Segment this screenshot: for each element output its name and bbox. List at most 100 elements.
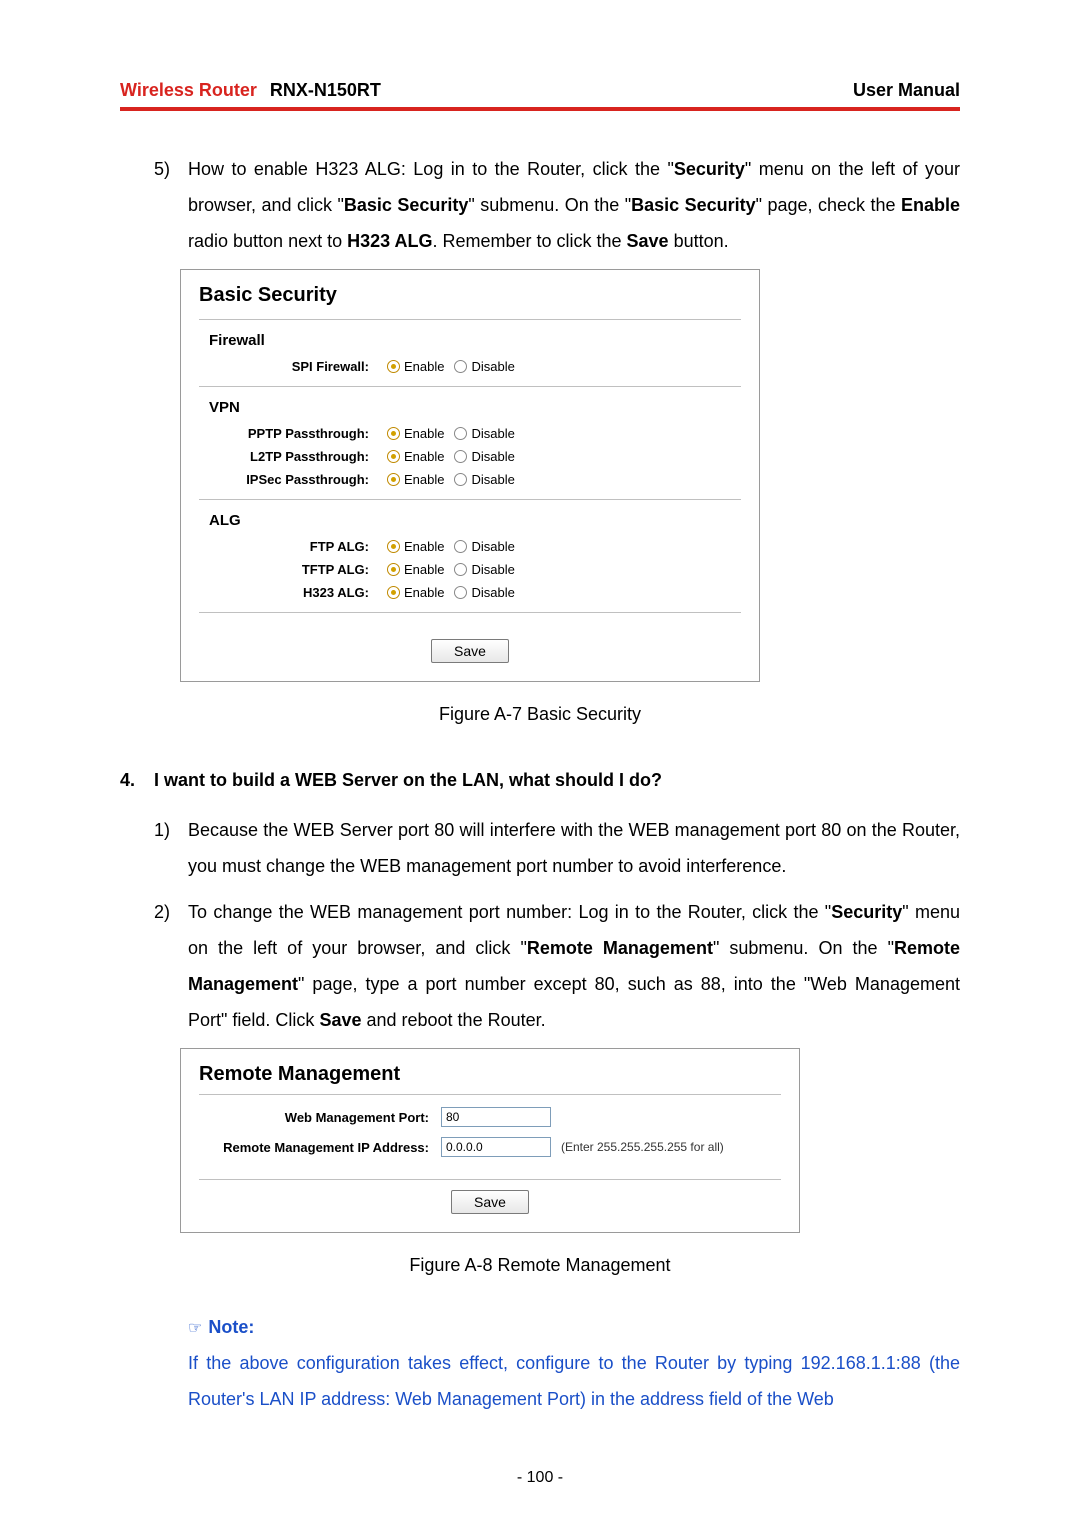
pptp-disable-radio[interactable]: Disable: [454, 426, 514, 441]
note-label: Note:: [208, 1317, 254, 1337]
l2tp-enable-radio[interactable]: Enable: [387, 449, 444, 464]
radio-label: Disable: [471, 472, 514, 487]
text: button.: [669, 231, 729, 251]
web-port-label: Web Management Port:: [199, 1110, 429, 1125]
radio-selected-icon: [387, 540, 400, 553]
remote-ip-input[interactable]: [441, 1137, 551, 1157]
note-heading: ☞ Note:: [188, 1309, 960, 1345]
spi-disable-radio[interactable]: Disable: [454, 359, 514, 374]
ftp-alg-label: FTP ALG:: [199, 539, 369, 554]
pptp-row: PPTP Passthrough: Enable Disable: [199, 426, 741, 441]
text: " page, type a port number except 80, su…: [188, 974, 960, 1030]
text: How to enable H323 ALG: Log in to the Ro…: [188, 159, 674, 179]
radio-label: Enable: [404, 359, 444, 374]
ftp-enable-radio[interactable]: Enable: [387, 539, 444, 554]
text: " page, check the: [756, 195, 901, 215]
radio-selected-icon: [387, 473, 400, 486]
ipsec-enable-radio[interactable]: Enable: [387, 472, 444, 487]
text: " submenu. On the ": [468, 195, 631, 215]
l2tp-label: L2TP Passthrough:: [199, 449, 369, 464]
radio-label: Disable: [471, 539, 514, 554]
h323-enable-radio[interactable]: Enable: [387, 585, 444, 600]
vpn-section: VPN PPTP Passthrough: Enable Disable L2T…: [199, 386, 741, 487]
alg-title: ALG: [209, 512, 741, 529]
radio-label: Disable: [471, 426, 514, 441]
alg-section: ALG FTP ALG: Enable Disable TFTP ALG: En…: [199, 499, 741, 600]
panel-title: Remote Management: [199, 1063, 781, 1086]
step-1-number: 1): [154, 812, 188, 884]
radio-unselected-icon: [454, 540, 467, 553]
text-bold: Enable: [901, 195, 960, 215]
text-bold: Basic Security: [631, 195, 756, 215]
h323-alg-label: H323 ALG:: [199, 585, 369, 600]
figure-a8-caption: Figure A-8 Remote Management: [120, 1247, 960, 1283]
radio-selected-icon: [387, 427, 400, 440]
text: To change the WEB management port number…: [188, 902, 831, 922]
vpn-title: VPN: [209, 399, 741, 416]
remote-fields: Web Management Port: Remote Management I…: [199, 1094, 781, 1180]
step-5-number: 5): [154, 151, 188, 259]
text: . Remember to click the: [432, 231, 626, 251]
radio-label: Enable: [404, 585, 444, 600]
radio-label: Enable: [404, 562, 444, 577]
radio-label: Enable: [404, 426, 444, 441]
page: Wireless Router RNX-N150RT User Manual 5…: [0, 0, 1080, 1527]
radio-unselected-icon: [454, 473, 467, 486]
save-section: Save: [199, 612, 741, 663]
ftp-alg-row: FTP ALG: Enable Disable: [199, 539, 741, 554]
note-block: ☞Note: If the above configuration takes …: [188, 1309, 960, 1417]
text-bold: Basic Security: [344, 195, 469, 215]
page-number: - 100 -: [0, 1469, 1080, 1487]
radio-unselected-icon: [454, 450, 467, 463]
save-button[interactable]: Save: [451, 1190, 529, 1214]
radio-unselected-icon: [454, 427, 467, 440]
tftp-enable-radio[interactable]: Enable: [387, 562, 444, 577]
h323-disable-radio[interactable]: Disable: [454, 585, 514, 600]
web-port-row: Web Management Port:: [199, 1107, 781, 1127]
radio-label: Enable: [404, 449, 444, 464]
save-button[interactable]: Save: [431, 639, 509, 663]
h323-alg-row: H323 ALG: Enable Disable: [199, 585, 741, 600]
model-label: RNX-N150RT: [270, 80, 381, 100]
heading-4-text: I want to build a WEB Server on the LAN,…: [154, 762, 662, 798]
radio-selected-icon: [387, 586, 400, 599]
step-2-number: 2): [154, 894, 188, 1038]
radio-unselected-icon: [454, 360, 467, 373]
step-2: 2) To change the WEB management port num…: [154, 894, 960, 1038]
step-5-text: How to enable H323 ALG: Log in to the Ro…: [188, 151, 960, 259]
firewall-section: Firewall SPI Firewall: Enable Disable: [199, 319, 741, 374]
step-2-text: To change the WEB management port number…: [188, 894, 960, 1038]
pointing-hand-icon: ☞: [188, 1320, 202, 1337]
firewall-title: Firewall: [209, 332, 741, 349]
heading-4-number: 4.: [120, 762, 154, 798]
remote-management-panel: Remote Management Web Management Port: R…: [180, 1048, 800, 1233]
text-bold: Remote Management: [527, 938, 713, 958]
tftp-disable-radio[interactable]: Disable: [454, 562, 514, 577]
step-1: 1) Because the WEB Server port 80 will i…: [154, 812, 960, 884]
l2tp-row: L2TP Passthrough: Enable Disable: [199, 449, 741, 464]
ftp-disable-radio[interactable]: Disable: [454, 539, 514, 554]
tftp-alg-row: TFTP ALG: Enable Disable: [199, 562, 741, 577]
header-rule: [120, 107, 960, 111]
header-left: Wireless Router RNX-N150RT: [120, 80, 381, 101]
remote-ip-hint: (Enter 255.255.255.255 for all): [561, 1140, 724, 1154]
figure-a7-caption: Figure A-7 Basic Security: [120, 696, 960, 732]
header-right: User Manual: [853, 80, 960, 101]
basic-security-panel: Basic Security Firewall SPI Firewall: En…: [180, 269, 760, 682]
pptp-enable-radio[interactable]: Enable: [387, 426, 444, 441]
spi-firewall-label: SPI Firewall:: [199, 359, 369, 374]
radio-label: Disable: [471, 585, 514, 600]
text: and reboot the Router.: [361, 1010, 545, 1030]
ipsec-disable-radio[interactable]: Disable: [454, 472, 514, 487]
web-port-input[interactable]: [441, 1107, 551, 1127]
text: radio button next to: [188, 231, 347, 251]
brand-label: Wireless Router: [120, 80, 257, 100]
radio-label: Enable: [404, 539, 444, 554]
step-5: 5) How to enable H323 ALG: Log in to the…: [154, 151, 960, 259]
l2tp-disable-radio[interactable]: Disable: [454, 449, 514, 464]
tftp-alg-label: TFTP ALG:: [199, 562, 369, 577]
pptp-label: PPTP Passthrough:: [199, 426, 369, 441]
text: " submenu. On the ": [713, 938, 894, 958]
spi-enable-radio[interactable]: Enable: [387, 359, 444, 374]
text-bold: H323 ALG: [347, 231, 432, 251]
